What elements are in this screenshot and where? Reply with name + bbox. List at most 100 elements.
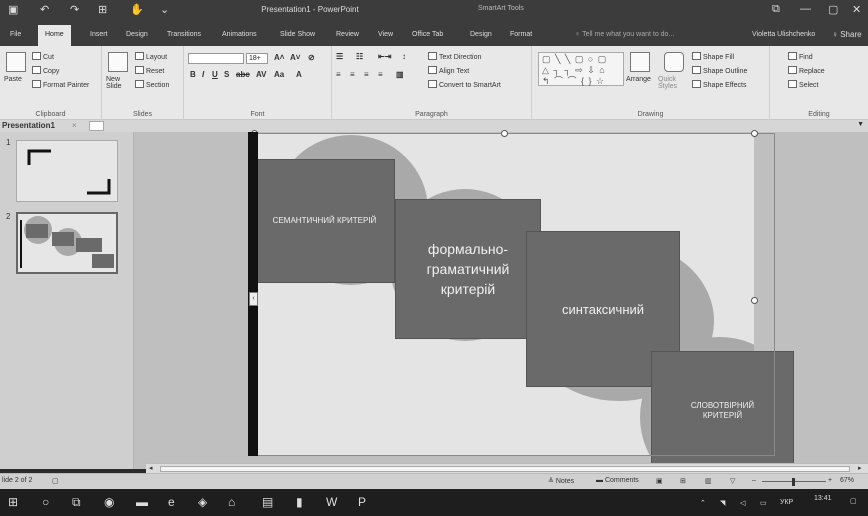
paste-icon[interactable] (6, 52, 26, 72)
bold-icon[interactable]: B (190, 70, 196, 79)
text-direction-button[interactable]: Text Direction (428, 52, 481, 61)
app-icon-2[interactable]: ▤ (262, 495, 273, 509)
change-case-icon[interactable]: Aa (274, 70, 284, 79)
ribbon-display-icon[interactable]: ⧉ (772, 3, 780, 16)
smartart-box-formal[interactable]: формально-граматичний критерій (395, 199, 541, 339)
line-spacing-icon[interactable]: ↕ (402, 52, 406, 61)
close-button[interactable]: ✕ (852, 3, 861, 16)
shrink-font-icon[interactable]: A˅ (290, 53, 300, 62)
share-button[interactable]: ♀ Share (832, 30, 862, 39)
powerpoint-icon[interactable]: P (358, 495, 366, 509)
new-slide-icon[interactable] (108, 52, 128, 72)
volume-icon[interactable]: ◁ (740, 499, 745, 507)
tab-smartart-design[interactable]: Design (470, 31, 492, 38)
slide-sorter-icon[interactable]: ⊞ (680, 477, 686, 485)
copy-button[interactable]: Copy (32, 66, 59, 75)
resize-handle-tr[interactable] (751, 130, 758, 137)
zoom-in-icon[interactable]: + (828, 477, 832, 484)
font-size-combo[interactable]: 18+ (246, 53, 268, 64)
quick-styles-icon[interactable] (664, 52, 684, 72)
replace-button[interactable]: Replace (788, 66, 825, 75)
arrange-button[interactable]: Arrange (626, 76, 651, 83)
tab-insert[interactable]: Insert (90, 31, 108, 38)
spell-check-icon[interactable]: ▢ (52, 477, 59, 485)
zoom-level[interactable]: 67% (840, 477, 854, 484)
comments-button[interactable]: ▬ Comments (596, 477, 639, 484)
indent-icon[interactable]: ⇤⇥ (378, 52, 391, 61)
justify-icon[interactable]: ≡ (378, 70, 383, 79)
paste-button[interactable]: Paste (4, 76, 22, 83)
columns-icon[interactable]: ▥ (396, 70, 404, 79)
scroll-thumb[interactable] (160, 466, 850, 472)
app-icon-3[interactable]: ▮ (296, 495, 303, 509)
tab-view[interactable]: View (378, 31, 393, 38)
strikethrough-icon[interactable]: abc (236, 70, 250, 79)
reading-view-icon[interactable]: ▥ (705, 477, 712, 485)
font-name-combo[interactable] (188, 53, 244, 64)
slideshow-view-icon[interactable]: ▽ (730, 477, 735, 485)
char-spacing-icon[interactable]: AV (256, 70, 267, 79)
format-painter-button[interactable]: Format Painter (32, 80, 89, 89)
shape-outline-button[interactable]: Shape Outline (692, 66, 747, 75)
reset-button[interactable]: Reset (135, 66, 164, 75)
text-pane-toggle[interactable]: ‹ (249, 292, 258, 306)
section-button[interactable]: Section (135, 80, 169, 89)
tab-animations[interactable]: Animations (222, 31, 257, 38)
user-name[interactable]: Violetta Ulishchenko (752, 31, 815, 38)
zoom-out-icon[interactable]: – (752, 477, 756, 484)
shapes-gallery[interactable]: ▢ ╲ ╲ ▢ ○ ▢ △ ┐ ┐ ⇨ ⇩ ⌂ ↰ ⌒ ⌒ { } ☆ (538, 52, 624, 86)
tab-transitions[interactable]: Transitions (167, 31, 201, 38)
task-view-icon[interactable]: ⧉ (72, 495, 81, 510)
arrange-icon[interactable] (630, 52, 650, 72)
edge-icon[interactable]: e (168, 495, 175, 509)
shape-fill-button[interactable]: Shape Fill (692, 52, 734, 61)
app-icon[interactable]: ⌂ (228, 495, 235, 509)
font-color-icon[interactable]: A (296, 70, 302, 79)
align-left-icon[interactable]: ≡ (336, 70, 341, 79)
scroll-left-icon[interactable]: ◂ (149, 464, 153, 472)
tab-home[interactable]: Home (38, 25, 71, 46)
numbering-icon[interactable]: ☷ (356, 52, 363, 61)
resize-handle-mr[interactable] (751, 297, 758, 304)
shape-effects-button[interactable]: Shape Effects (692, 80, 746, 89)
tab-officetab[interactable]: Office Tab (412, 31, 443, 38)
network-icon[interactable]: ◥ (720, 499, 725, 507)
bullets-icon[interactable]: ☰ (336, 52, 343, 61)
align-center-icon[interactable]: ≡ (350, 70, 355, 79)
tab-file[interactable]: File (10, 31, 21, 38)
underline-icon[interactable]: U (212, 70, 218, 79)
maximize-button[interactable]: ▢ (828, 3, 838, 16)
language-indicator[interactable]: УКР (780, 499, 793, 506)
tab-slideshow[interactable]: Slide Show (280, 31, 315, 38)
tell-me-search[interactable]: ♀ Tell me what you want to do... (575, 31, 674, 38)
align-text-button[interactable]: Align Text (428, 66, 469, 75)
italic-icon[interactable]: I (202, 70, 204, 79)
shadow-icon[interactable]: S (224, 70, 229, 79)
grow-font-icon[interactable]: A˄ (274, 53, 284, 62)
document-tab-close[interactable]: × (72, 121, 77, 130)
chrome-icon[interactable]: ◉ (104, 495, 114, 509)
normal-view-icon[interactable]: ▣ (656, 477, 663, 485)
tab-list-chevron-icon[interactable]: ▼ (857, 121, 864, 128)
scroll-right-icon[interactable]: ▸ (858, 464, 862, 472)
find-button[interactable]: Find (788, 52, 813, 61)
horizontal-scrollbar[interactable]: ◂ ▸ (146, 463, 868, 473)
resize-handle-tc[interactable] (501, 130, 508, 137)
align-right-icon[interactable]: ≡ (364, 70, 369, 79)
clock[interactable]: 13:41 (814, 495, 832, 502)
notifications-icon[interactable]: ▢ (850, 497, 857, 505)
clear-format-icon[interactable]: ⊘ (308, 53, 315, 62)
document-tab[interactable]: Presentation1 (2, 121, 55, 130)
store-icon[interactable]: ◈ (198, 495, 207, 509)
select-button[interactable]: Select (788, 80, 818, 89)
zoom-slider-thumb[interactable] (792, 478, 795, 486)
word-icon[interactable]: W (326, 495, 337, 509)
slide-thumbnail-1[interactable] (16, 140, 118, 202)
new-slide-button[interactable]: New Slide (106, 76, 134, 90)
tray-chevron-icon[interactable]: ⌃ (700, 499, 706, 507)
tab-review[interactable]: Review (336, 31, 359, 38)
minimize-button[interactable]: — (800, 3, 811, 15)
windows-start-icon[interactable]: ⊞ (8, 495, 18, 509)
new-tab-button[interactable] (89, 121, 104, 131)
tab-smartart-format[interactable]: Format (510, 31, 532, 38)
